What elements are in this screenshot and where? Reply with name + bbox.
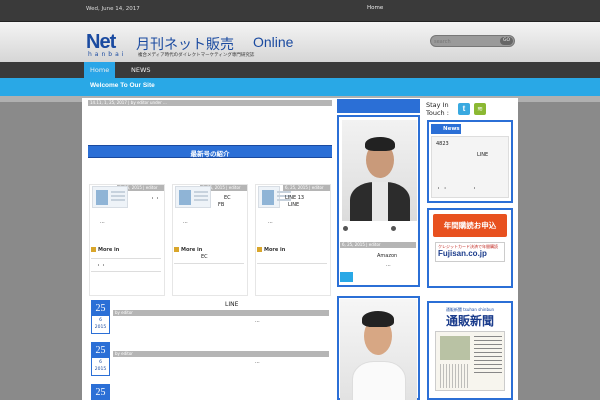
divider <box>91 258 161 259</box>
card-extra: ・・ <box>96 263 107 269</box>
post-date-badge: 25 6 2015 <box>91 300 110 334</box>
card-text: LINE 13 <box>285 195 305 201</box>
card-more-link[interactable]: More in <box>174 247 202 253</box>
follow-label-line1: Stay In <box>426 101 449 109</box>
logo-online-text: Online <box>253 34 294 50</box>
twitter-icon[interactable]: t <box>458 103 470 115</box>
card-text-2: FB <box>218 202 225 208</box>
card-excerpt: ... <box>268 219 273 225</box>
logo-tagline: 複合メディア時代のダイレクトマーケティング専門研究誌 <box>138 53 255 58</box>
subscribe-widget: 年間購読お申込 クレジットカード決済で年間購読 Fujisan.co.jp <box>427 208 513 288</box>
feature-meta: 6, 25, 2015 | editor <box>340 242 416 248</box>
feature-photo[interactable] <box>342 120 417 221</box>
card-excerpt: ... <box>183 219 188 225</box>
newspaper-text-block <box>440 364 470 388</box>
welcome-text: Welcome To Our Site <box>90 82 155 89</box>
divider <box>91 271 161 272</box>
news-list: 4823 LINE ・ ・ ・ <box>431 136 509 198</box>
latest-issue-title: 最新号の紹介 <box>190 150 230 158</box>
news-item[interactable]: LINE <box>477 152 488 158</box>
post-meta: by editor <box>113 310 329 316</box>
card-thumbnail[interactable] <box>175 186 211 208</box>
post-excerpt: ... <box>255 318 260 324</box>
search-go-button[interactable]: GO <box>500 37 513 45</box>
divider <box>257 263 327 264</box>
post-day: 25 <box>92 343 109 358</box>
follow-label-line2: Touch : <box>426 109 449 117</box>
divider <box>174 263 244 264</box>
post-meta-top: 14.11, 1, 25, 2017 | by editor under ... <box>88 100 332 106</box>
site-logo[interactable]: Net hanbai 月刊ネット販売 Online 複合メディア時代のダイレクト… <box>86 31 306 61</box>
person-shirt <box>372 182 388 221</box>
welcome-bar: Welcome To Our Site <box>0 78 600 96</box>
feature-excerpt: ... <box>386 262 391 268</box>
post-year: 2015 <box>94 367 107 372</box>
card-more-link[interactable]: More in <box>257 247 285 253</box>
post-year: 2015 <box>94 325 107 330</box>
person-hair <box>365 137 395 151</box>
newspaper-photo <box>440 336 470 360</box>
feature-photo-2[interactable] <box>340 299 417 400</box>
card-text: EC <box>224 195 231 201</box>
news-widget: News 4823 LINE ・ ・ ・ <box>427 120 513 203</box>
news-item[interactable]: ・ ・ <box>436 185 448 192</box>
news-heading: News <box>431 124 461 134</box>
middle-header-bar <box>337 99 420 113</box>
person-body <box>352 361 406 400</box>
search-input[interactable] <box>434 37 500 46</box>
search-box: GO <box>430 35 515 47</box>
card-excerpt: ... <box>100 219 105 225</box>
newspaper-widget: 通販新聞 tsuhan shinbun 通販新聞 <box>427 301 513 400</box>
card-text-2: LINE <box>288 202 300 208</box>
site-header: Net hanbai 月刊ネット販売 Online 複合メディア時代のダイレクト… <box>0 22 600 62</box>
card-extra: EC <box>201 254 208 260</box>
post-date-badge: 25 6 2015 <box>91 342 110 376</box>
post-title[interactable]: LINE <box>225 301 238 308</box>
feature-text: Amazon <box>377 253 398 259</box>
fujisan-logo: Fujisan.co.jp <box>438 249 487 258</box>
newspaper-title[interactable]: 通販新聞 <box>433 312 507 329</box>
newspaper-image[interactable] <box>435 331 505 391</box>
news-item[interactable]: 4823 <box>436 141 449 147</box>
slider-dot[interactable] <box>343 226 348 231</box>
news-item[interactable]: ・ <box>472 185 477 192</box>
nav-item-home[interactable]: Home <box>84 62 116 78</box>
slider-dot[interactable] <box>391 226 396 231</box>
follow-label: Stay In Touch : <box>426 101 449 117</box>
nav-item-news[interactable]: NEWS <box>125 62 157 78</box>
feature-thumb[interactable] <box>340 272 353 282</box>
card-text: ・・ <box>150 196 161 202</box>
post-month: 6 <box>99 360 102 365</box>
newspaper-text-columns <box>474 336 502 376</box>
rss-icon[interactable]: ≋ <box>474 103 486 115</box>
post-day: 25 <box>92 385 109 400</box>
post-meta: by editor <box>113 351 329 357</box>
top-home-link[interactable]: Home <box>367 5 383 11</box>
latest-issue-banner: 最新号の紹介 <box>88 145 332 158</box>
main-nav: Home NEWS <box>0 62 600 78</box>
post-excerpt: ... <box>255 359 260 365</box>
post-month: 6 <box>99 318 102 323</box>
logo-hanbai-text: hanbai <box>88 51 127 58</box>
person-hair <box>362 311 394 327</box>
top-bar: Wed, June 14, 2017 Home <box>0 0 600 22</box>
logo-japanese-name: 月刊ネット販売 <box>136 37 234 53</box>
post-day: 25 <box>92 301 109 316</box>
post-date-badge: 25 <box>91 384 110 400</box>
fujisan-banner[interactable]: クレジットカード決済で年間購読 Fujisan.co.jp <box>435 242 505 262</box>
card-more-link[interactable]: More in <box>91 247 119 253</box>
current-date: Wed, June 14, 2017 <box>86 6 140 12</box>
card-thumbnail[interactable] <box>258 186 291 208</box>
card-thumbnail[interactable] <box>92 186 128 208</box>
subscribe-button[interactable]: 年間購読お申込 <box>433 214 507 237</box>
